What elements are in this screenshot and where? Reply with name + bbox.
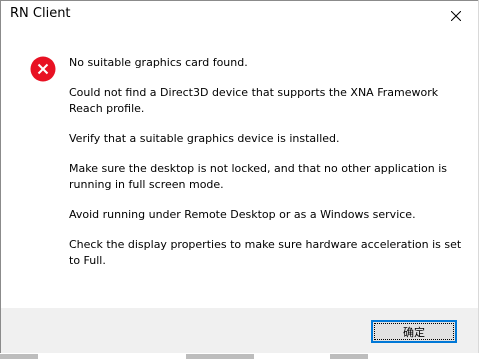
error-icon (30, 56, 56, 82)
message-line: Make sure the desktop is not locked, and… (69, 162, 447, 191)
close-icon (450, 10, 461, 21)
message-line: Verify that a suitable graphics device i… (69, 132, 340, 145)
window-title: RN Client (10, 6, 71, 21)
message-text: No suitable graphics card found. Could n… (69, 55, 464, 283)
title-bar[interactable]: RN Client (1, 1, 478, 30)
dialog-content: No suitable graphics card found. Could n… (1, 31, 478, 308)
message-line: No suitable graphics card found. (69, 56, 248, 69)
ok-button[interactable]: 确定 (371, 320, 457, 343)
message-line: Check the display properties to make sur… (69, 238, 462, 267)
button-bar: 确定 (1, 308, 478, 353)
message-line: Could not find a Direct3D device that su… (69, 86, 439, 115)
error-dialog: RN Client No suitable graphics card foun… (0, 0, 479, 354)
background-window-strip (0, 353, 479, 361)
close-button[interactable] (433, 1, 478, 30)
message-line: Avoid running under Remote Desktop or as… (69, 208, 416, 221)
